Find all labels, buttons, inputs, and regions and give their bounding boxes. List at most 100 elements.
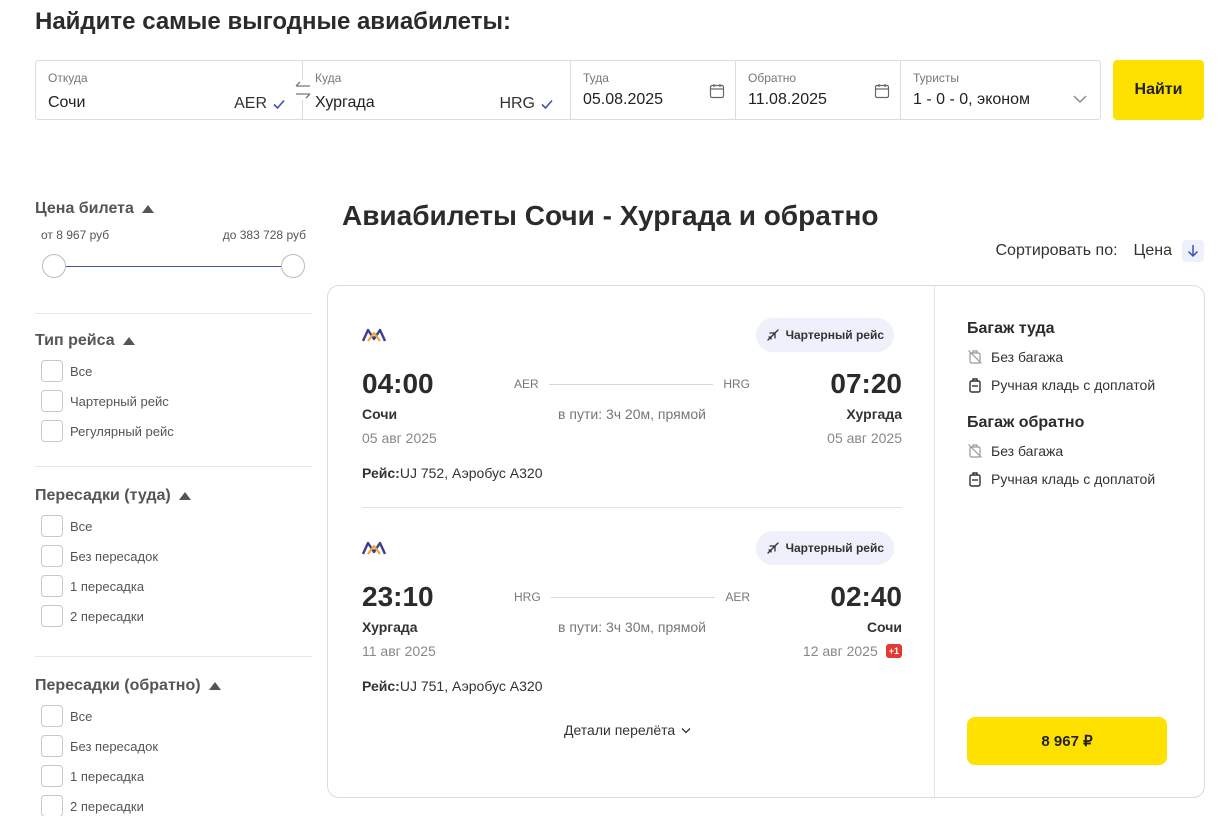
checkbox-row[interactable]: 2 пересадки bbox=[35, 791, 312, 816]
hand-luggage-label: Ручная кладь с доплатой bbox=[991, 377, 1156, 393]
no-baggage-label: Без багажа bbox=[991, 443, 1064, 459]
arrival-city: Сочи bbox=[866, 619, 902, 635]
departure-code: AER bbox=[514, 377, 539, 391]
no-baggage-row: Без багажа bbox=[967, 443, 1063, 459]
hand-luggage-label: Ручная кладь с доплатой bbox=[991, 471, 1156, 487]
checkbox[interactable] bbox=[41, 420, 63, 442]
depart-date-field[interactable]: Туда 05.08.2025 bbox=[571, 60, 736, 120]
checkbox[interactable] bbox=[41, 705, 63, 727]
price-filter-toggle[interactable]: Цена билета bbox=[35, 200, 312, 218]
flight-details-link[interactable]: Детали перелёта bbox=[564, 722, 691, 738]
airplane-icon bbox=[766, 542, 779, 554]
filters-sidebar: Цена билета от 8 967 руб до 383 728 руб … bbox=[35, 200, 312, 816]
hand-luggage-icon bbox=[969, 472, 981, 487]
find-button[interactable]: Найти bbox=[1113, 60, 1204, 120]
checkbox-row[interactable]: 1 пересадка bbox=[35, 761, 312, 791]
charter-badge-label: Чартерный рейс bbox=[785, 541, 884, 555]
calendar-icon bbox=[709, 84, 725, 99]
flight-type-options: Все Чартерный рейс Регулярный рейс bbox=[35, 356, 312, 446]
stops-back-title: Пересадки (обратно) bbox=[35, 677, 201, 694]
price-max: до 383 728 руб bbox=[222, 228, 306, 242]
return-label: Обратно bbox=[748, 71, 797, 85]
collapse-triangle-icon bbox=[141, 205, 154, 213]
checkbox[interactable] bbox=[41, 575, 63, 597]
passengers-field[interactable]: Туристы 1 - 0 - 0, эконом bbox=[901, 60, 1101, 120]
chevron-down-icon bbox=[681, 727, 691, 733]
from-field[interactable]: Откуда Сочи AER bbox=[35, 60, 303, 120]
arrival-date: 05 авг 2025 bbox=[827, 430, 902, 446]
swap-icon[interactable] bbox=[293, 80, 313, 100]
checkbox-row[interactable]: Регулярный рейс bbox=[35, 416, 312, 446]
slider-handle-min[interactable] bbox=[42, 254, 66, 278]
stops-back-filter-toggle[interactable]: Пересадки (обратно) bbox=[35, 677, 312, 695]
airline-logo-icon bbox=[362, 541, 386, 555]
divider bbox=[35, 466, 312, 467]
flight-type-filter-toggle[interactable]: Тип рейса bbox=[35, 332, 312, 350]
sort-direction-button[interactable] bbox=[1182, 240, 1204, 262]
flight-duration: в пути: 3ч 20м, прямой bbox=[558, 406, 706, 422]
departure-time: 04:00 bbox=[362, 368, 434, 399]
stops-out-filter-toggle[interactable]: Пересадки (туда) bbox=[35, 487, 312, 505]
from-value: Сочи bbox=[48, 94, 86, 111]
checkbox-row[interactable]: 1 пересадка bbox=[35, 571, 312, 601]
flight-number: Рейс:UJ 752, Аэробус А320 bbox=[362, 465, 542, 481]
checkbox-label: 2 пересадки bbox=[70, 608, 144, 624]
charter-badge-label: Чартерный рейс bbox=[785, 328, 884, 342]
arrival-date: 12 авг 2025 +1 bbox=[803, 643, 902, 659]
next-day-badge: +1 bbox=[885, 644, 902, 658]
charter-badge: Чартерный рейс bbox=[755, 531, 894, 565]
passengers-label: Туристы bbox=[913, 71, 960, 85]
sort-control[interactable]: Сортировать по: Цена bbox=[995, 240, 1204, 262]
to-field[interactable]: Куда Хургада HRG bbox=[303, 60, 571, 120]
checkbox-row[interactable]: Без пересадок bbox=[35, 541, 312, 571]
checkbox-row[interactable]: Все bbox=[35, 356, 312, 386]
price-filter-title: Цена билета bbox=[35, 200, 134, 217]
checkbox-row[interactable]: Чартерный рейс bbox=[35, 386, 312, 416]
flight-number: Рейс:UJ 751, Аэробус А320 bbox=[362, 678, 542, 694]
sort-value[interactable]: Цена bbox=[1134, 242, 1172, 260]
no-baggage-icon bbox=[968, 444, 982, 458]
departure-date: 05 авг 2025 bbox=[362, 430, 437, 446]
baggage-back-title: Багаж обратно bbox=[967, 414, 1085, 431]
hand-luggage-row: Ручная кладь с доплатой bbox=[967, 377, 1155, 393]
route-line: HRG AER bbox=[514, 589, 750, 605]
slider-handle-max[interactable] bbox=[281, 254, 305, 278]
to-value: Хургада bbox=[315, 94, 375, 111]
flight-result-card: Чартерный рейс 04:00 AER HRG 07:20 Сочи … bbox=[327, 285, 1205, 798]
checkbox-row[interactable]: Все bbox=[35, 701, 312, 731]
departure-code: HRG bbox=[514, 590, 541, 604]
to-code: HRG bbox=[499, 95, 554, 113]
price-slider: от 8 967 руб до 383 728 руб bbox=[35, 228, 312, 288]
details-label: Детали перелёта bbox=[564, 722, 676, 738]
return-date-field[interactable]: Обратно 11.08.2025 bbox=[736, 60, 901, 120]
collapse-triangle-icon bbox=[178, 492, 191, 500]
from-code: AER bbox=[234, 95, 286, 113]
checkbox[interactable] bbox=[41, 735, 63, 757]
arrival-code: AER bbox=[725, 590, 750, 604]
checkbox-row[interactable]: 2 пересадки bbox=[35, 601, 312, 631]
leg-divider bbox=[362, 507, 902, 508]
slider-track[interactable] bbox=[53, 266, 294, 267]
checkbox[interactable] bbox=[41, 765, 63, 787]
arrow-down-icon bbox=[1187, 245, 1199, 258]
checkbox[interactable] bbox=[41, 390, 63, 412]
itinerary-section: Чартерный рейс 04:00 AER HRG 07:20 Сочи … bbox=[328, 286, 934, 797]
checkbox[interactable] bbox=[41, 515, 63, 537]
checkbox-label: Все bbox=[70, 363, 93, 379]
stops-out-options: Все Без пересадок 1 пересадка 2 пересадк… bbox=[35, 511, 312, 631]
sort-label: Сортировать по: bbox=[995, 242, 1118, 259]
buy-price-button[interactable]: 8 967 ₽ bbox=[967, 717, 1167, 765]
checkbox[interactable] bbox=[41, 545, 63, 567]
no-baggage-label: Без багажа bbox=[991, 349, 1064, 365]
checkbox[interactable] bbox=[41, 605, 63, 627]
checkbox-row[interactable]: Все bbox=[35, 511, 312, 541]
checkbox[interactable] bbox=[41, 360, 63, 382]
flight-label: Рейс: bbox=[362, 678, 400, 694]
checkbox[interactable] bbox=[41, 795, 63, 816]
depart-value: 05.08.2025 bbox=[583, 91, 664, 108]
departure-date: 11 авг 2025 bbox=[362, 643, 436, 659]
checkbox-label: 2 пересадки bbox=[70, 798, 144, 814]
airline-logo-icon bbox=[362, 328, 386, 342]
to-code-text: HRG bbox=[499, 95, 535, 112]
checkbox-row[interactable]: Без пересадок bbox=[35, 731, 312, 761]
